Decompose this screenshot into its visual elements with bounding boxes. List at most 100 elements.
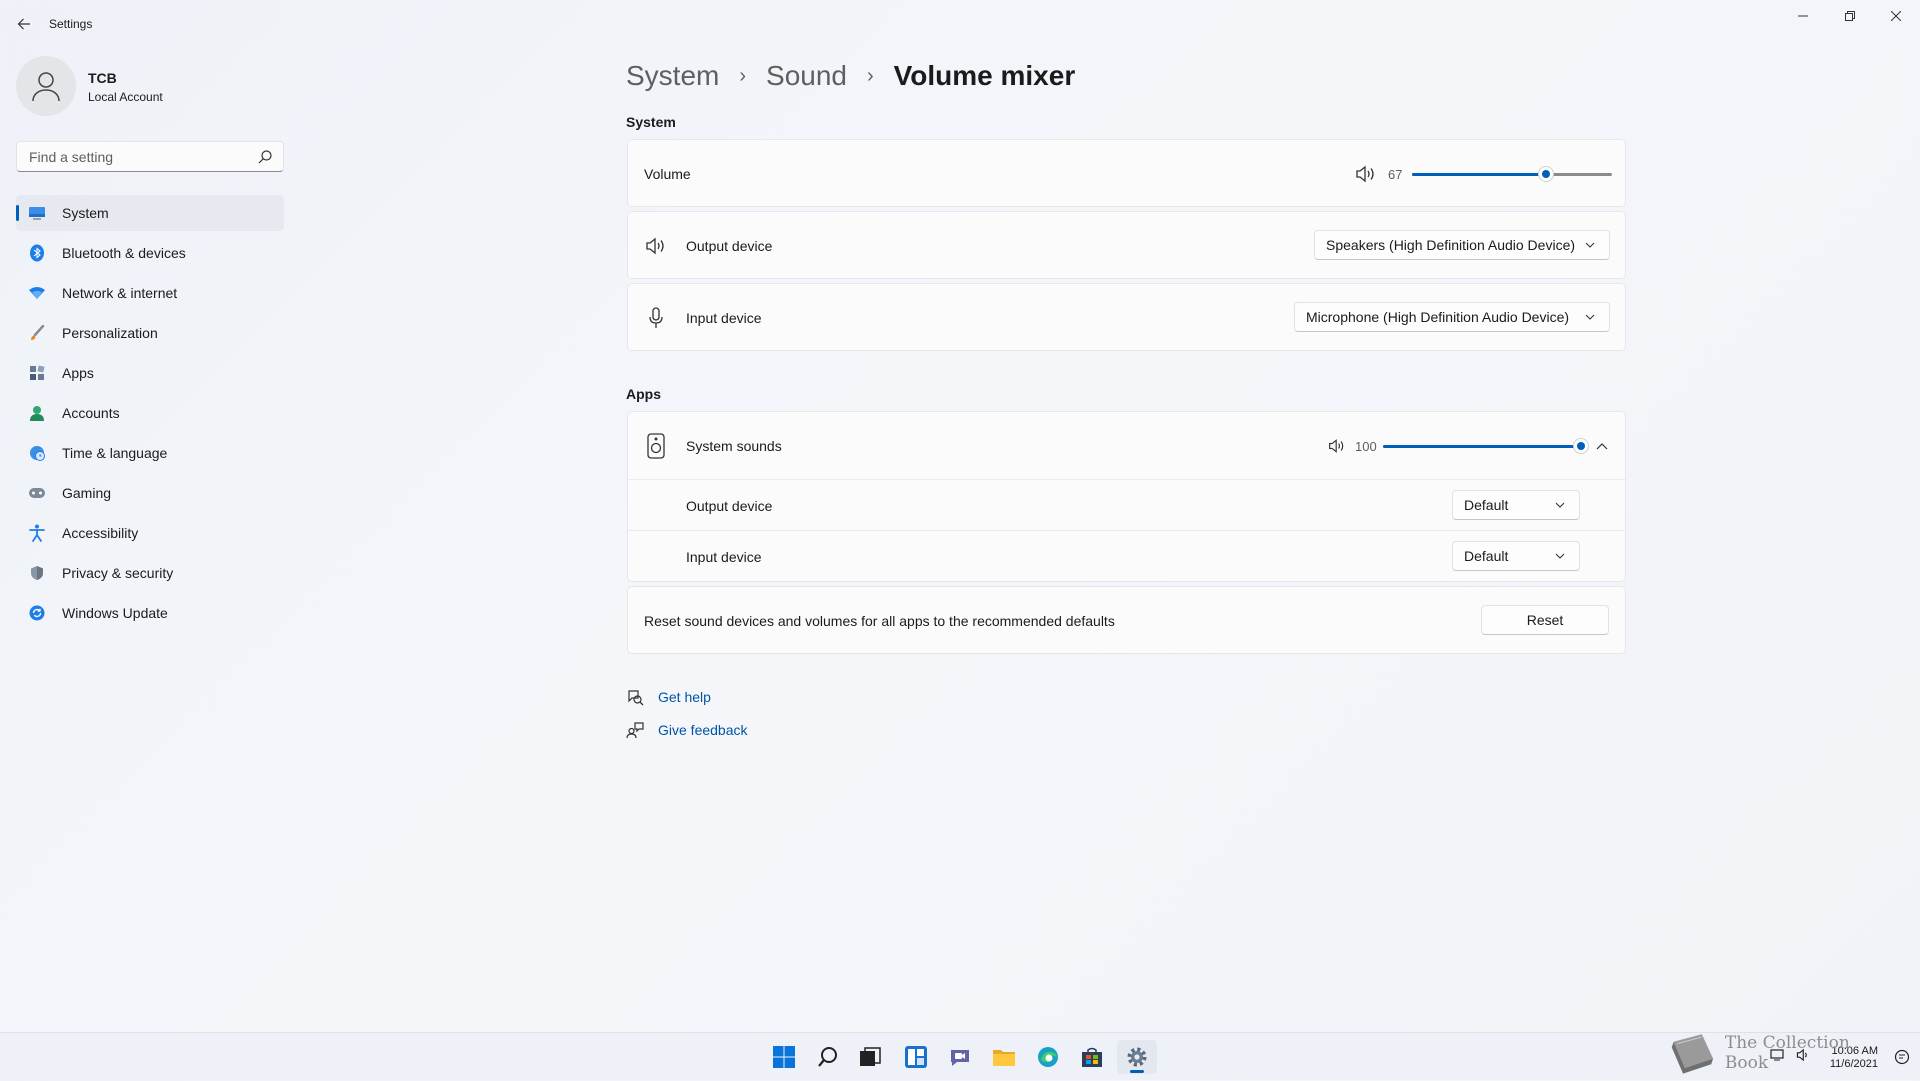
- sidebar-item-gaming[interactable]: Gaming: [16, 475, 284, 511]
- breadcrumb-system[interactable]: System: [626, 60, 719, 92]
- widgets-icon: [905, 1046, 927, 1068]
- system-sounds-slider-thumb[interactable]: [1573, 438, 1589, 454]
- give-feedback-link[interactable]: Give feedback: [658, 722, 748, 738]
- search-box[interactable]: [16, 141, 284, 172]
- store-button[interactable]: [1072, 1040, 1112, 1074]
- globe-clock-icon: [28, 444, 46, 462]
- back-button[interactable]: [12, 12, 36, 36]
- accessibility-icon: [28, 524, 46, 542]
- title-bar: Settings: [0, 0, 1920, 48]
- sidebar-item-accounts[interactable]: Accounts: [16, 395, 284, 431]
- settings-button[interactable]: [1117, 1040, 1157, 1074]
- taskbar-search-button[interactable]: [808, 1040, 848, 1074]
- watermark-text: The Collection Book: [1724, 1033, 1850, 1073]
- divider: [628, 479, 1625, 480]
- minimize-button[interactable]: [1780, 0, 1826, 32]
- avatar: [16, 56, 76, 116]
- sidebar-item-apps[interactable]: Apps: [16, 355, 284, 391]
- app-input-device-dropdown[interactable]: Default: [1452, 541, 1580, 571]
- search-input[interactable]: [27, 148, 251, 166]
- system-sounds-speaker-icon: [644, 433, 668, 459]
- profile-name: TCB: [88, 70, 117, 86]
- search-icon: [818, 1047, 837, 1067]
- back-arrow-icon: [17, 18, 30, 30]
- sidebar-item-bluetooth[interactable]: Bluetooth & devices: [16, 235, 284, 271]
- volume-slider-thumb[interactable]: [1538, 166, 1554, 182]
- input-device-dropdown[interactable]: Microphone (High Definition Audio Device…: [1294, 302, 1610, 332]
- chevron-down-icon: [1585, 314, 1597, 320]
- profile-account-type: Local Account: [88, 90, 163, 104]
- volume-slider[interactable]: [1412, 164, 1612, 184]
- restore-icon: [1845, 11, 1855, 21]
- sidebar-item-windows-update[interactable]: Windows Update: [16, 595, 284, 631]
- breadcrumb-sound[interactable]: Sound: [766, 60, 847, 92]
- output-device-label: Output device: [686, 238, 773, 254]
- speaker-icon: [644, 234, 668, 258]
- shield-icon: [28, 564, 46, 582]
- give-feedback-row[interactable]: Give feedback: [626, 718, 748, 742]
- sidebar-item-accessibility[interactable]: Accessibility: [16, 515, 284, 551]
- get-help-link[interactable]: Get help: [658, 689, 711, 705]
- notification-icon[interactable]: [1894, 1049, 1910, 1070]
- get-help-row[interactable]: Get help: [626, 685, 711, 709]
- page-title: Volume mixer: [893, 60, 1076, 91]
- chevron-down-icon: [1585, 242, 1597, 248]
- divider: [628, 530, 1625, 531]
- watermark: The Collection Book: [1668, 1028, 1888, 1078]
- app-output-device-dropdown[interactable]: Default: [1452, 490, 1580, 520]
- file-explorer-button[interactable]: [984, 1040, 1024, 1074]
- close-button[interactable]: [1873, 0, 1919, 32]
- section-title-system: System: [626, 114, 676, 130]
- chat-icon: [951, 1050, 969, 1066]
- settings-icon: [1127, 1047, 1147, 1067]
- update-icon: [28, 604, 46, 622]
- monitor-icon: [28, 204, 46, 222]
- task-view-button[interactable]: [850, 1040, 890, 1074]
- output-device-dropdown[interactable]: Speakers (High Definition Audio Device): [1314, 230, 1610, 260]
- reset-button[interactable]: Reset: [1481, 605, 1609, 635]
- chevron-right-icon: ›: [739, 64, 747, 87]
- system-volume-card: Volume 67: [627, 139, 1626, 207]
- sidebar-nav: System Bluetooth & devices Network & int…: [16, 195, 284, 635]
- sidebar-item-privacy[interactable]: Privacy & security: [16, 555, 284, 591]
- start-button[interactable]: [764, 1040, 804, 1074]
- user-icon: [32, 72, 60, 102]
- app-output-device-label: Output device: [686, 498, 773, 514]
- apps-icon: [28, 364, 46, 382]
- system-sounds-card: System sounds 100 Output device Default …: [627, 411, 1626, 582]
- system-sounds-label: System sounds: [686, 438, 782, 454]
- input-device-card: Input device Microphone (High Definition…: [627, 283, 1626, 351]
- user-profile[interactable]: TCB Local Account: [16, 56, 276, 120]
- edge-button[interactable]: [1028, 1040, 1068, 1074]
- store-icon: [1082, 1047, 1102, 1067]
- edge-icon: [1038, 1047, 1058, 1067]
- close-icon: [1891, 11, 1901, 21]
- wifi-icon: [28, 284, 46, 302]
- help-icon: [626, 688, 644, 706]
- volume-slider-fill: [1412, 173, 1546, 176]
- feedback-icon: [626, 721, 644, 739]
- output-device-card: Output device Speakers (High Definition …: [627, 211, 1626, 279]
- widgets-button[interactable]: [896, 1040, 936, 1074]
- chevron-right-icon: ›: [867, 64, 874, 87]
- system-sounds-volume-slider[interactable]: [1383, 436, 1589, 456]
- chat-button[interactable]: [940, 1040, 980, 1074]
- sidebar-item-network[interactable]: Network & internet: [16, 275, 284, 311]
- speaker-icon[interactable]: [1354, 162, 1378, 186]
- chevron-down-icon: [1555, 502, 1567, 508]
- speaker-icon[interactable]: [1325, 434, 1349, 458]
- taskbar: 10:06 AM 11/6/2021: [0, 1032, 1920, 1080]
- chevron-up-icon[interactable]: [1590, 434, 1614, 458]
- bluetooth-icon: [28, 244, 46, 262]
- sidebar-item-personalization[interactable]: Personalization: [16, 315, 284, 351]
- sidebar-item-system[interactable]: System: [16, 195, 284, 231]
- volume-value: 67: [1388, 167, 1403, 182]
- gamepad-icon: [28, 484, 46, 502]
- sidebar-item-time-language[interactable]: Time & language: [16, 435, 284, 471]
- brush-icon: [28, 324, 46, 342]
- search-icon[interactable]: [257, 149, 273, 165]
- minimize-icon: [1798, 15, 1808, 17]
- window-title: Settings: [49, 17, 93, 31]
- restore-button[interactable]: [1827, 0, 1873, 32]
- microphone-icon: [644, 306, 668, 330]
